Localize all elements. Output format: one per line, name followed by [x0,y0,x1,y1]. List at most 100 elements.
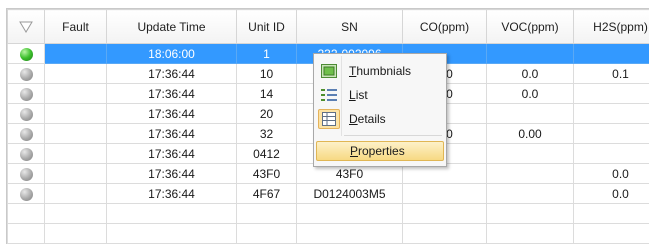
update-time-cell: 17:36:44 [106,183,237,204]
unit-id-cell: 20 [236,103,297,124]
update-time-cell: 17:36:44 [106,123,237,144]
status-cell [7,63,45,84]
sn-cell: D0124003M5 [296,183,403,204]
h2s-cell [573,43,649,64]
status-online-icon [19,47,33,61]
menu-item-label: Thumbnials [349,64,412,78]
voc-cell [486,43,574,64]
context-menu: Thumbnials List Details Properties [313,53,447,167]
fault-cell [44,103,107,124]
empty-cell [236,223,297,244]
voc-cell: 0.00 [486,123,574,144]
voc-cell [486,103,574,124]
menu-item-label: List [349,88,368,102]
sort-triangle-icon [19,21,33,34]
status-offline-icon [19,147,33,161]
status-cell [7,123,45,144]
fault-cell [44,43,107,64]
column-header-update-time[interactable]: Update Time [106,9,237,44]
h2s-cell [573,123,649,144]
co-cell [402,183,487,204]
header-row: Fault Update Time Unit ID SN CO(ppm) VOC… [7,9,649,44]
h2s-cell: 0.0 [573,183,649,204]
empty-cell [486,223,574,244]
status-offline-icon [19,127,33,141]
empty-cell [573,203,649,224]
column-header-unit-id[interactable]: Unit ID [236,9,297,44]
menu-item-details[interactable]: Details [316,108,444,130]
fault-cell [44,183,107,204]
column-header-sn[interactable]: SN [296,9,403,44]
status-cell [7,183,45,204]
status-cell [7,143,45,164]
update-time-cell: 18:06:00 [106,43,237,64]
status-offline-icon [19,187,33,201]
voc-cell: 0.0 [486,63,574,84]
status-cell [7,163,45,184]
h2s-cell [573,143,649,164]
menu-item-properties[interactable]: Properties [316,141,444,161]
unit-id-cell: 1 [236,43,297,64]
column-header-status[interactable] [7,9,45,44]
list-icon [318,85,340,105]
empty-cell [236,203,297,224]
voc-cell: 0.0 [486,83,574,104]
column-header-voc[interactable]: VOC(ppm) [486,9,574,44]
fault-cell [44,123,107,144]
menu-item-label: Properties [350,144,405,158]
fault-cell [44,163,107,184]
empty-row [7,203,649,224]
fault-cell [44,83,107,104]
empty-cell [106,223,237,244]
unit-id-cell: 0412 [236,143,297,164]
empty-cell [296,203,403,224]
status-offline-icon [19,167,33,181]
empty-cell [106,203,237,224]
update-time-cell: 17:36:44 [106,83,237,104]
column-header-fault[interactable]: Fault [44,9,107,44]
unit-id-cell: 14 [236,83,297,104]
empty-row [7,223,649,244]
update-time-cell: 17:36:44 [106,163,237,184]
update-time-cell: 17:36:44 [106,143,237,164]
column-header-co[interactable]: CO(ppm) [402,9,487,44]
unit-id-cell: 4F67 [236,183,297,204]
status-offline-icon [19,107,33,121]
empty-cell [7,223,45,244]
status-offline-icon [19,67,33,81]
unit-id-cell: 10 [236,63,297,84]
empty-cell [486,203,574,224]
details-icon [318,109,340,129]
status-cell [7,103,45,124]
voc-cell [486,183,574,204]
h2s-cell: 0.0 [573,163,649,184]
fault-cell [44,63,107,84]
h2s-cell: 0.1 [573,63,649,84]
column-header-h2s[interactable]: H2S(ppm) [573,9,649,44]
empty-cell [44,223,107,244]
menu-separator [344,135,442,136]
unit-id-cell: 32 [236,123,297,144]
empty-cell [7,203,45,224]
update-time-cell: 17:36:44 [106,63,237,84]
status-cell [7,43,45,64]
menu-item-list[interactable]: List [316,84,444,106]
empty-cell [402,203,487,224]
empty-cell [296,223,403,244]
voc-cell [486,163,574,184]
menu-item-label: Details [349,112,386,126]
unit-id-cell: 43F0 [236,163,297,184]
h2s-cell [573,103,649,124]
thumbnails-icon [318,61,340,81]
voc-cell [486,143,574,164]
fault-cell [44,143,107,164]
menu-item-thumbnails[interactable]: Thumbnials [316,60,444,82]
empty-cell [402,223,487,244]
status-cell [7,83,45,104]
update-time-cell: 17:36:44 [106,103,237,124]
table-row[interactable]: 17:36:44 4F67 D0124003M5 0.0 [7,183,649,204]
empty-cell [573,223,649,244]
empty-cell [44,203,107,224]
h2s-cell [573,83,649,104]
status-offline-icon [19,87,33,101]
